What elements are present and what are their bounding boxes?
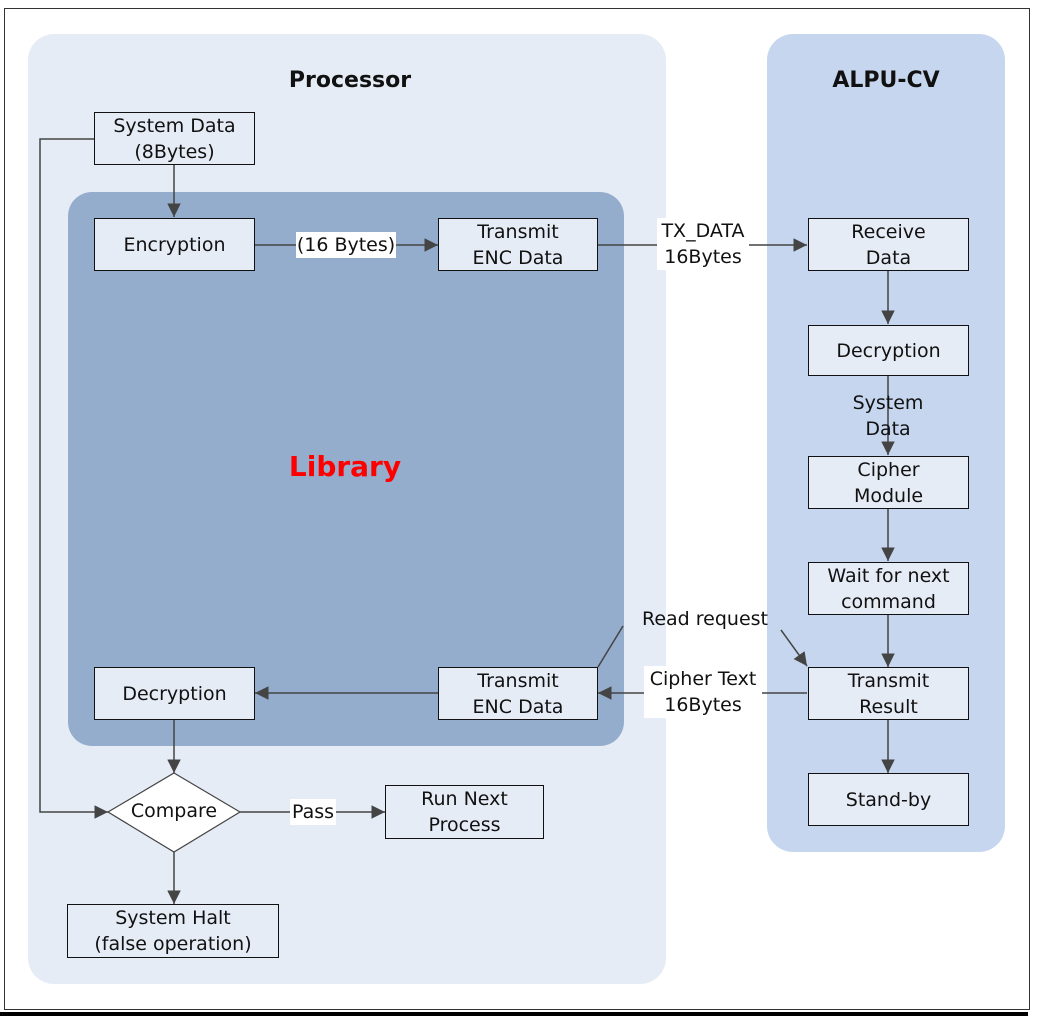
transmit-result-node: Transmit Result <box>808 667 969 720</box>
encryption-node: Encryption <box>94 218 255 271</box>
edge-label-16-bytes: (16 Bytes) <box>296 232 396 258</box>
processor-decryption-node: Decryption <box>94 667 255 720</box>
receive-data-node: Receive Data <box>808 218 969 271</box>
standby-node: Stand-by <box>808 773 969 826</box>
wait-for-next-command-node: Wait for next command <box>808 562 969 615</box>
edge-label-pass: Pass <box>290 799 336 825</box>
transmit-enc-data-node-top: Transmit ENC Data <box>438 218 598 271</box>
system-halt-node: System Halt (false operation) <box>67 904 279 958</box>
compare-label: Compare <box>130 800 218 822</box>
edge-label-system-data: System Data <box>852 392 924 440</box>
processor-title: Processor <box>288 68 412 93</box>
edge-label-read-request: Read request <box>641 608 768 630</box>
edge-label-tx-data: TX_DATA 16Bytes <box>657 218 749 270</box>
edge-label-cipher-text: Cipher Text 16Bytes <box>644 666 762 718</box>
alpu-cv-region <box>767 34 1005 852</box>
cipher-module-node: Cipher Module <box>808 456 969 509</box>
system-data-node: System Data (8Bytes) <box>94 112 255 165</box>
library-title: Library <box>288 450 402 483</box>
transmit-enc-data-node-bottom: Transmit ENC Data <box>438 667 598 720</box>
alpu-decryption-node: Decryption <box>808 325 969 376</box>
bottom-rule <box>0 1012 1028 1016</box>
alpu-cv-title: ALPU-CV <box>832 68 940 93</box>
run-next-process-node: Run Next Process <box>385 785 544 839</box>
